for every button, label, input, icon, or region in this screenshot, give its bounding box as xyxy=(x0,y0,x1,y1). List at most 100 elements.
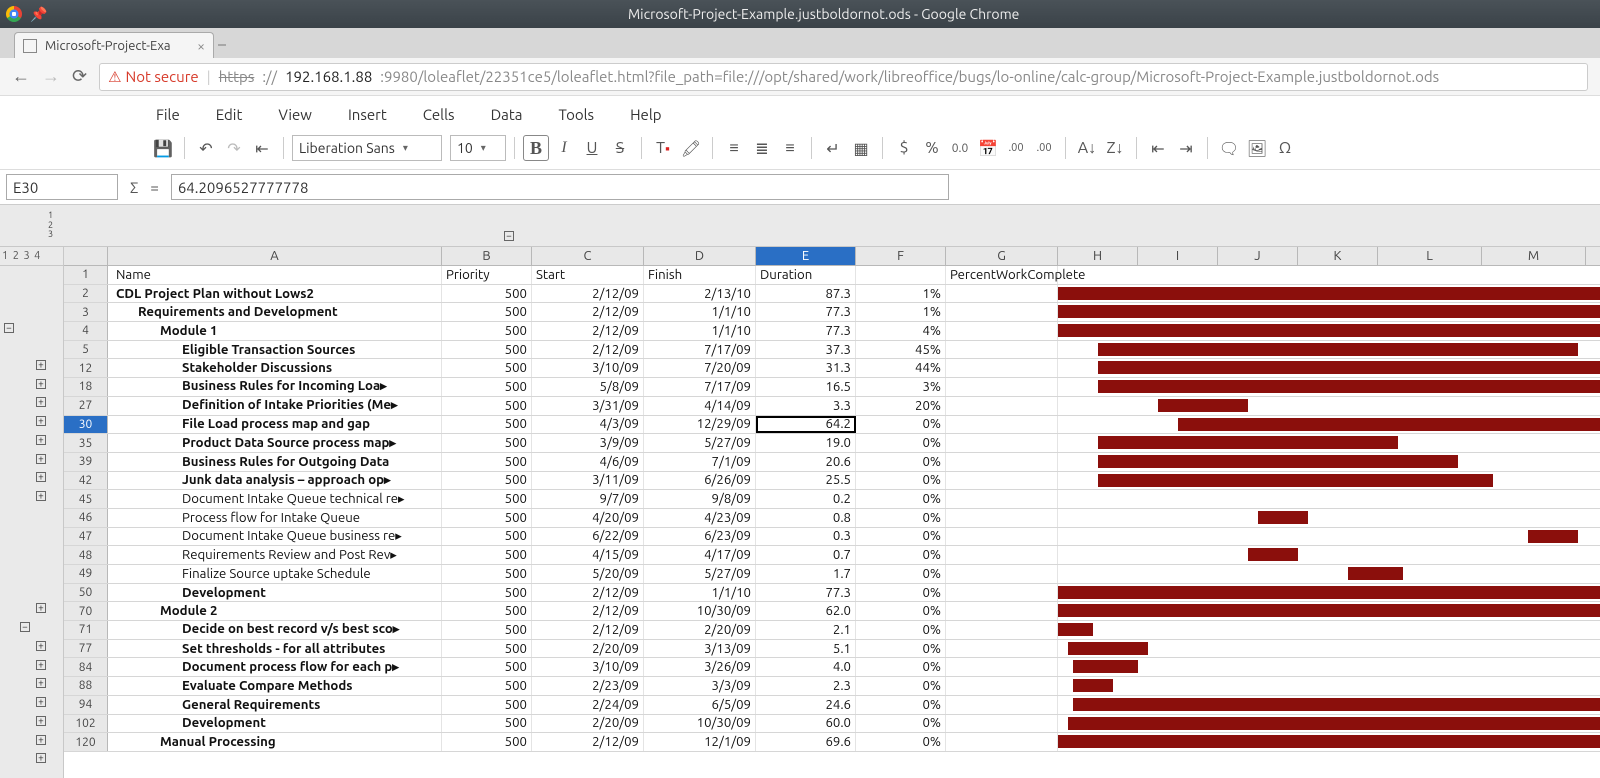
cell-g[interactable] xyxy=(946,378,1058,396)
cell-start[interactable]: 5/8/09 xyxy=(532,378,644,396)
cell-finish[interactable]: 10/30/09 xyxy=(644,602,756,620)
row-header[interactable]: 39 xyxy=(64,453,108,471)
cell-priority[interactable]: 500 xyxy=(442,640,532,658)
cell-finish[interactable]: 9/8/09 xyxy=(644,490,756,508)
forward-button[interactable]: → xyxy=(42,66,60,87)
cell-finish[interactable]: 6/26/09 xyxy=(644,472,756,490)
sort-asc-icon[interactable]: A↓ xyxy=(1074,135,1100,161)
cell-priority[interactable]: 500 xyxy=(442,397,532,415)
row-header[interactable]: 42 xyxy=(64,472,108,490)
comment-icon[interactable]: 🗨 xyxy=(1216,135,1242,161)
col-header-I[interactable]: I xyxy=(1138,247,1218,265)
cell-priority[interactable]: 500 xyxy=(442,584,532,602)
cell-name[interactable]: Evaluate Compare Methods xyxy=(108,677,442,695)
cell-name[interactable]: Decide on best record v/s best sco▸ xyxy=(108,621,442,639)
row-header[interactable]: 46 xyxy=(64,509,108,527)
menu-help[interactable]: Help xyxy=(630,106,661,123)
italic-button[interactable]: I xyxy=(551,135,577,161)
cell-start[interactable]: 2/12/09 xyxy=(532,733,644,751)
cell-name[interactable]: Document process flow for each p▸ xyxy=(108,658,442,676)
cell-finish[interactable]: 2/20/09 xyxy=(644,621,756,639)
cell-start[interactable]: 2/20/09 xyxy=(532,640,644,658)
undo-icon[interactable]: ↶ xyxy=(193,135,219,161)
row-header[interactable]: 45 xyxy=(64,490,108,508)
url-input[interactable]: ⚠ Not secure | https://192.168.1.88:9980… xyxy=(99,63,1588,91)
cell-finish[interactable]: 3/26/09 xyxy=(644,658,756,676)
outline-levels-header[interactable]: 1 2 3 4 xyxy=(0,247,63,266)
cell-start[interactable]: 2/24/09 xyxy=(532,696,644,714)
outline-expand-button[interactable]: + xyxy=(36,678,46,688)
outline-expand-button[interactable]: − xyxy=(4,323,14,333)
cell-start[interactable]: 2/12/09 xyxy=(532,341,644,359)
col-header-C[interactable]: C xyxy=(532,247,644,265)
cell-finish[interactable]: 7/20/09 xyxy=(644,359,756,377)
cell-g[interactable] xyxy=(946,565,1058,583)
cell-priority[interactable]: 500 xyxy=(442,621,532,639)
cell-finish[interactable]: 1/1/10 xyxy=(644,303,756,321)
equals-icon[interactable]: = xyxy=(150,179,158,196)
underline-button[interactable]: U xyxy=(579,135,605,161)
cell-priority[interactable]: 500 xyxy=(442,715,532,733)
row-header[interactable]: 35 xyxy=(64,434,108,452)
row-header[interactable]: 49 xyxy=(64,565,108,583)
cell-start[interactable]: 3/9/09 xyxy=(532,434,644,452)
col-header-F[interactable]: F xyxy=(856,247,946,265)
cell-duration[interactable]: 77.3 xyxy=(756,584,856,602)
cell-finish[interactable]: 1/1/10 xyxy=(644,322,756,340)
cell-name[interactable]: Product Data Source process map▸ xyxy=(108,434,442,452)
outline-expand-button[interactable]: + xyxy=(36,660,46,670)
cell-priority[interactable]: 500 xyxy=(442,285,532,303)
row-header[interactable]: 71 xyxy=(64,621,108,639)
cell-duration[interactable]: 0.2 xyxy=(756,490,856,508)
row-header[interactable]: 4 xyxy=(64,322,108,340)
cell-name[interactable]: Eligible Transaction Sources xyxy=(108,341,442,359)
cell-percent[interactable]: 20% xyxy=(856,397,946,415)
row-header[interactable]: 102 xyxy=(64,715,108,733)
outline-expand-button[interactable]: + xyxy=(36,454,46,464)
outline-expand-button[interactable]: + xyxy=(36,397,46,407)
cell-g[interactable] xyxy=(946,322,1058,340)
cell-percent[interactable]: 1% xyxy=(856,285,946,303)
cell-percent[interactable]: 1% xyxy=(856,303,946,321)
sum-icon[interactable]: Σ xyxy=(130,179,138,196)
cell-percent[interactable]: 3% xyxy=(856,378,946,396)
outline-expand-button[interactable]: + xyxy=(36,697,46,707)
cell-g[interactable] xyxy=(946,453,1058,471)
redo-icon[interactable]: ↷ xyxy=(221,135,247,161)
align-right-icon[interactable]: ≡ xyxy=(777,135,803,161)
cell-g[interactable] xyxy=(946,285,1058,303)
row-header[interactable]: 30 xyxy=(64,416,108,434)
new-tab-button[interactable]: ⎯ xyxy=(218,35,226,54)
cell-priority[interactable]: 500 xyxy=(442,658,532,676)
indent-icon[interactable]: ⇤ xyxy=(249,135,275,161)
cell-name[interactable]: Business Rules for Outgoing Data xyxy=(108,453,442,471)
align-left-icon[interactable]: ≡ xyxy=(721,135,747,161)
cell-name[interactable]: Development xyxy=(108,584,442,602)
row-header[interactable]: 18 xyxy=(64,378,108,396)
cell-g[interactable] xyxy=(946,677,1058,695)
cell-g[interactable] xyxy=(946,696,1058,714)
menu-data[interactable]: Data xyxy=(491,106,523,123)
cell-start[interactable]: 4/20/09 xyxy=(532,509,644,527)
cell-percent[interactable]: 0% xyxy=(856,453,946,471)
cell-duration[interactable]: 77.3 xyxy=(756,303,856,321)
cell-priority[interactable]: 500 xyxy=(442,359,532,377)
cell-duration[interactable]: 0.7 xyxy=(756,546,856,564)
menu-tools[interactable]: Tools xyxy=(558,106,594,123)
cell-finish[interactable]: 6/5/09 xyxy=(644,696,756,714)
cell-duration[interactable]: 31.3 xyxy=(756,359,856,377)
merge-icon[interactable]: ▦ xyxy=(848,135,874,161)
cell-percent[interactable]: 4% xyxy=(856,322,946,340)
row-header[interactable]: 88 xyxy=(64,677,108,695)
cell-finish[interactable]: 3/3/09 xyxy=(644,677,756,695)
cell-g[interactable] xyxy=(946,359,1058,377)
row-header[interactable]: 77 xyxy=(64,640,108,658)
cell-start[interactable]: 5/20/09 xyxy=(532,565,644,583)
font-name-select[interactable]: Liberation Sans▾ xyxy=(292,135,442,161)
col-header-G[interactable]: G xyxy=(946,247,1058,265)
cell-start[interactable]: 3/31/09 xyxy=(532,397,644,415)
cell-priority[interactable]: 500 xyxy=(442,602,532,620)
cell-name[interactable]: Module 2 xyxy=(108,602,442,620)
cell-finish[interactable]: 10/30/09 xyxy=(644,715,756,733)
cell-name[interactable]: Module 1 xyxy=(108,322,442,340)
